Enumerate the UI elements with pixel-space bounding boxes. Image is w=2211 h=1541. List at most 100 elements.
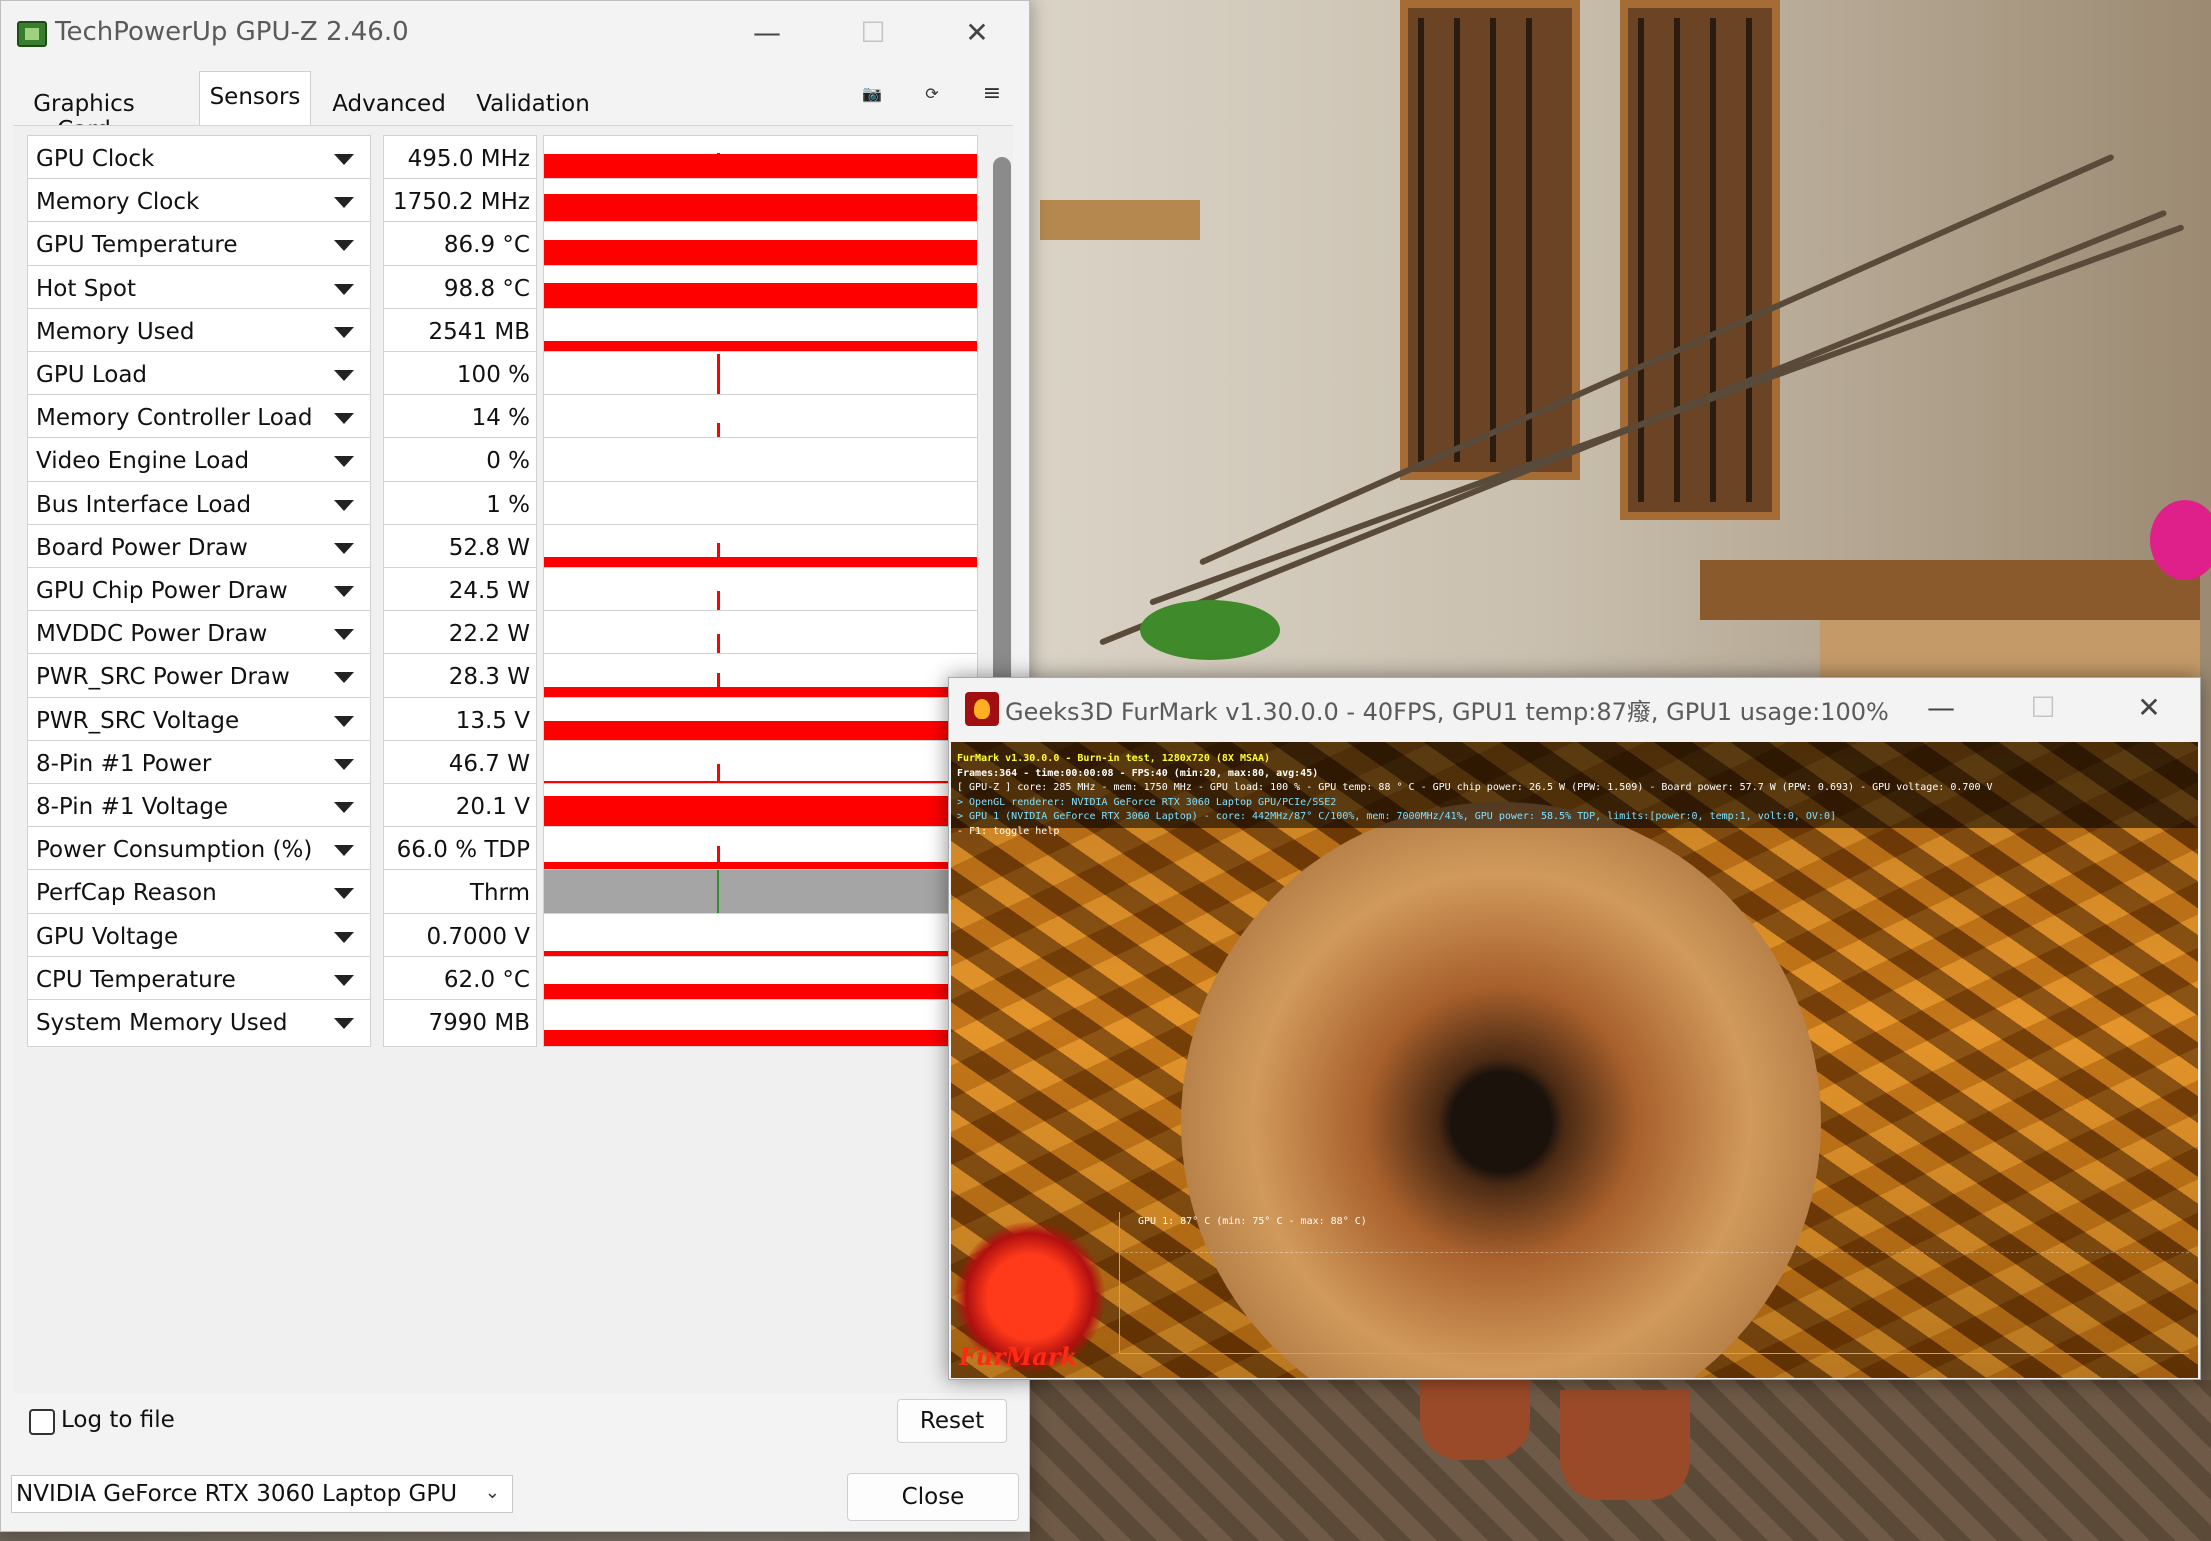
sensor-name-dropdown[interactable]: Hot Spot	[27, 264, 371, 313]
sensor-name-dropdown[interactable]: PWR_SRC Voltage	[27, 696, 371, 745]
dropdown-arrow-icon[interactable]	[334, 758, 354, 770]
dropdown-arrow-icon[interactable]	[334, 326, 354, 338]
dropdown-arrow-icon[interactable]	[334, 931, 354, 943]
sensor-name-dropdown[interactable]: Memory Controller Load	[27, 394, 371, 443]
dropdown-arrow-icon[interactable]	[334, 542, 354, 554]
dropdown-arrow-icon[interactable]	[334, 456, 354, 468]
dropdown-arrow-icon[interactable]	[334, 672, 354, 684]
sensor-name-dropdown[interactable]: GPU Clock	[27, 135, 371, 183]
hud-line: > OpenGL renderer: NVIDIA GeForce RTX 30…	[957, 796, 1337, 808]
tab-graphics-card[interactable]: Graphics Card	[19, 77, 149, 143]
sensor-value: 28.3 W	[383, 653, 537, 702]
furmark-close-button[interactable]: ✕	[2111, 688, 2187, 728]
sensor-name-dropdown[interactable]: MVDDC Power Draw	[27, 610, 371, 659]
close-window-button[interactable]: ✕	[937, 13, 1017, 53]
close-button[interactable]: Close	[847, 1473, 1019, 1521]
sensor-name-dropdown[interactable]: GPU Voltage	[27, 912, 371, 961]
graph-fill	[544, 795, 977, 830]
furmark-titlebar[interactable]: Geeks3D FurMark v1.30.0.0 - 40FPS, GPU1 …	[949, 678, 2200, 742]
sensor-name-dropdown[interactable]: Video Engine Load	[27, 437, 371, 486]
sensor-name: GPU Clock	[36, 146, 155, 172]
sensor-graph	[543, 653, 978, 702]
minimize-button[interactable]: —	[727, 13, 807, 53]
sensor-name: Memory Clock	[36, 189, 200, 216]
reset-button[interactable]: Reset	[897, 1399, 1007, 1443]
sensor-value: 495.0 MHz	[383, 135, 537, 183]
tab-advanced[interactable]: Advanced	[331, 77, 447, 125]
dropdown-arrow-icon[interactable]	[334, 370, 354, 381]
dropdown-arrow-icon[interactable]	[334, 197, 354, 209]
tab-validation[interactable]: Validation	[467, 77, 599, 125]
sensor-graph	[543, 351, 978, 399]
sensor-name-dropdown[interactable]: Memory Used	[27, 307, 371, 356]
sensor-name-dropdown[interactable]: CPU Temperature	[27, 955, 371, 1004]
wallpaper-beam	[1820, 620, 2200, 680]
sensor-value: 1 %	[383, 480, 537, 529]
dropdown-arrow-icon[interactable]	[334, 845, 354, 857]
sensor-name: MVDDC Power Draw	[36, 621, 268, 648]
dropdown-arrow-icon[interactable]	[334, 154, 354, 165]
sensor-graph	[543, 307, 978, 356]
sensor-graph	[543, 610, 978, 659]
sensor-name-dropdown[interactable]: Board Power Draw	[27, 523, 371, 572]
sensor-name-dropdown[interactable]: GPU Load	[27, 351, 371, 399]
furmark-minimize-button[interactable]: —	[1903, 688, 1979, 728]
furmark-app-icon	[965, 692, 999, 726]
sensor-value: 13.5 V	[383, 696, 537, 745]
dropdown-arrow-icon[interactable]	[334, 629, 354, 641]
checkbox-box[interactable]	[29, 1409, 55, 1435]
dropdown-arrow-icon[interactable]	[334, 240, 354, 252]
hud-line: [ GPU-Z ] core: 285 MHz - mem: 1750 MHz …	[957, 782, 1993, 793]
sensor-name: Hot Spot	[36, 275, 136, 302]
wallpaper-window-frame	[1620, 0, 1780, 520]
wallpaper-beam	[1040, 200, 1200, 240]
refresh-icon[interactable]: ⟳	[919, 81, 945, 107]
sensor-graph	[543, 999, 978, 1047]
tab-sensors[interactable]: Sensors	[199, 71, 311, 125]
gpuz-window: TechPowerUp GPU-Z 2.46.0 — ☐ ✕ Graphics …	[0, 0, 1030, 1532]
dropdown-arrow-icon[interactable]	[334, 974, 354, 986]
sensor-name-dropdown[interactable]: PerfCap Reason	[27, 869, 371, 918]
sensor-value: 86.9 °C	[383, 221, 537, 270]
hud-line: FurMark v1.30.0.0 - Burn-in test, 1280x7…	[957, 753, 1271, 764]
sensor-name: PWR_SRC Power Draw	[36, 664, 290, 691]
sensor-value: 24.5 W	[383, 567, 537, 615]
dropdown-arrow-icon[interactable]	[334, 283, 354, 295]
gpuz-app-icon	[17, 21, 47, 47]
gpu-select-dropdown[interactable]: NVIDIA GeForce RTX 3060 Laptop GPU ⌄	[11, 1475, 513, 1513]
sensor-name-dropdown[interactable]: Memory Clock	[27, 178, 371, 227]
furmark-window-title: Geeks3D FurMark v1.30.0.0 - 40FPS, GPU1 …	[1005, 698, 1889, 726]
sensor-name: PWR_SRC Voltage	[36, 707, 240, 734]
dropdown-arrow-icon[interactable]	[334, 586, 354, 597]
hud-line: > GPU 1 (NVIDIA GeForce RTX 3060 Laptop)…	[957, 811, 1836, 822]
camera-icon[interactable]: 📷	[859, 81, 885, 107]
wallpaper-beam	[1700, 560, 2200, 620]
sensor-name-dropdown[interactable]: PWR_SRC Power Draw	[27, 653, 371, 702]
log-to-file-label: Log to file	[61, 1407, 175, 1433]
dropdown-arrow-icon[interactable]	[334, 715, 354, 727]
menu-icon[interactable]: ≡	[979, 81, 1005, 107]
sensor-name-dropdown[interactable]: 8-Pin #1 Voltage	[27, 783, 371, 831]
dropdown-arrow-icon[interactable]	[334, 1018, 354, 1029]
sensor-graph	[543, 567, 978, 615]
sensor-name-dropdown[interactable]: System Memory Used	[27, 999, 371, 1047]
sensor-name-dropdown[interactable]: 8-Pin #1 Power	[27, 739, 371, 788]
graph-marker	[717, 870, 720, 917]
sensor-name-dropdown[interactable]: Power Consumption (%)	[27, 826, 371, 875]
sensor-name: Bus Interface Load	[36, 491, 252, 518]
graph-spike	[717, 354, 721, 398]
dropdown-arrow-icon[interactable]	[334, 413, 354, 425]
furmark-render-view: FurMark v1.30.0.0 - Burn-in test, 1280x7…	[951, 742, 2198, 1378]
dropdown-arrow-icon[interactable]	[334, 499, 354, 511]
sensor-name: System Memory Used	[36, 1010, 288, 1036]
sensor-graph	[543, 437, 978, 486]
sensor-value: Thrm	[383, 869, 537, 918]
sensor-value: 62.0 °C	[383, 955, 537, 1004]
sensor-name-dropdown[interactable]: GPU Chip Power Draw	[27, 567, 371, 615]
dropdown-arrow-icon[interactable]	[334, 802, 354, 813]
gpuz-titlebar[interactable]: TechPowerUp GPU-Z 2.46.0 — ☐ ✕	[1, 1, 1029, 67]
sensor-name-dropdown[interactable]: GPU Temperature	[27, 221, 371, 270]
sensor-name-dropdown[interactable]: Bus Interface Load	[27, 480, 371, 529]
dropdown-arrow-icon[interactable]	[334, 888, 354, 900]
sensor-graph	[543, 135, 978, 183]
